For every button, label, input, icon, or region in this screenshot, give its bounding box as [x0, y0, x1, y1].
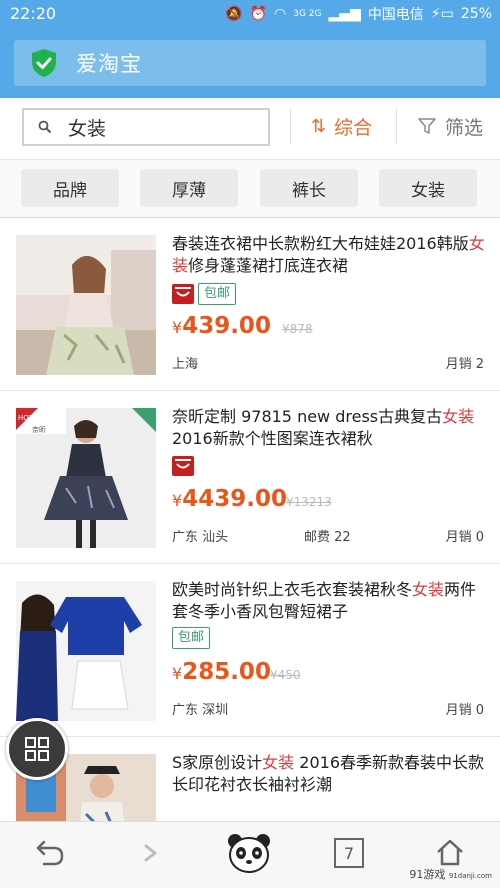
product-title[interactable]: 欧美时尚针织上衣毛衣套装裙秋冬女装两件套冬季小香风包臀短裙子: [172, 579, 488, 623]
forward-arrow-icon[interactable]: [140, 842, 162, 864]
original-price: ¥878: [282, 322, 313, 336]
svg-text:HOT: HOT: [18, 414, 34, 422]
search-icon: [38, 120, 52, 134]
free-shipping-badge: 包邮: [172, 627, 211, 649]
product-title-text: S家原创设计: [172, 753, 263, 772]
watermark-url: 91danji.com: [448, 872, 492, 880]
product-badges: [172, 456, 194, 476]
product-title-text: 春装连衣裙中长款粉红大布娃娃2016韩版: [172, 234, 469, 253]
sort-arrows-icon: ⇅: [311, 115, 327, 137]
original-price: ¥13213: [286, 495, 332, 509]
product-title[interactable]: 奈昕定制 97815 new dress古典复古女装 2016新款个性图案连衣裙秋: [172, 406, 488, 450]
tabs-count-icon[interactable]: 7: [334, 838, 364, 868]
free-shipping-badge: 包邮: [198, 283, 237, 305]
battery-level: 25%: [460, 6, 492, 22]
product-title-highlight: 女装: [412, 580, 445, 599]
original-price: ¥450: [270, 668, 301, 682]
product-location: 上海: [172, 357, 199, 372]
product-item[interactable]: S家原创设计女装 2016春季新款春装中长款长印花衬衣长袖衬衫潮: [0, 738, 500, 821]
carrier-name: 中国电信: [367, 7, 424, 23]
product-sales: 月销 0: [445, 530, 484, 545]
wifi-icon: ◠: [274, 6, 287, 22]
sort-label: 综合: [334, 116, 373, 139]
bottom-toolbar: 7 91游戏 91danji.com: [0, 821, 500, 888]
chip-thickness[interactable]: 厚薄: [140, 169, 238, 207]
signal-type: 3G 2G: [293, 8, 322, 19]
product-image[interactable]: [16, 235, 156, 375]
sort-button[interactable]: ⇅ 综合: [290, 108, 372, 144]
search-input[interactable]: 女装: [22, 108, 270, 146]
currency-symbol: ¥: [172, 664, 183, 683]
filter-chips: 品牌 厚薄 裤长 女装: [0, 160, 500, 218]
product-price: ¥285.00: [172, 659, 271, 685]
product-title-text: 奈昕定制 97815 new dress古典复古: [172, 407, 443, 426]
title-card: 爱淘宝: [14, 40, 486, 86]
svg-text:奈昕: 奈昕: [32, 425, 46, 434]
product-item[interactable]: 春装连衣裙中长款粉红大布娃娃2016韩版女装修身蓬蓬裙打底连衣裙 包邮 ¥439…: [0, 219, 500, 391]
product-image[interactable]: HOT 奈昕: [16, 408, 156, 548]
chip-brand[interactable]: 品牌: [21, 169, 119, 207]
product-image[interactable]: [16, 581, 156, 721]
tab-count: 7: [343, 843, 355, 863]
home-icon[interactable]: [434, 836, 466, 868]
product-title-highlight: 女装: [442, 407, 475, 426]
funnel-icon: [418, 118, 436, 134]
signal-icon: ▂▄▆: [328, 6, 361, 22]
alarm-icon: ⏰: [249, 6, 268, 22]
price-value: 4439.00: [182, 486, 287, 512]
panda-icon[interactable]: [226, 832, 272, 874]
product-sales: 月销 0: [445, 703, 484, 718]
currency-symbol: ¥: [172, 318, 183, 337]
tmall-icon: [172, 284, 194, 304]
watermark: 91游戏 91danji.com: [409, 866, 492, 882]
search-row: 女装 ⇅ 综合 筛选: [0, 98, 500, 160]
grid-view-button[interactable]: [6, 718, 68, 780]
product-item[interactable]: HOT 奈昕 奈昕定制 97815 new dress古典复古女装 2016新款个…: [0, 392, 500, 564]
filter-button[interactable]: 筛选: [396, 108, 483, 144]
battery-icon: ⚡▭: [430, 6, 454, 22]
app-header: 爱淘宝: [0, 28, 500, 98]
product-title-text: 修身蓬蓬裙打底连衣裙: [188, 256, 349, 275]
watermark-text: 91游戏: [409, 868, 446, 881]
product-title-text: 欧美时尚针织上衣毛衣套装裙秋冬: [172, 580, 413, 599]
product-location: 广东 深圳: [172, 703, 229, 718]
product-price: ¥439.00: [172, 313, 271, 339]
product-price: ¥4439.00: [172, 486, 287, 512]
status-time: 22:20: [10, 4, 57, 23]
search-query: 女装: [68, 117, 107, 140]
price-value: 439.00: [182, 313, 271, 339]
product-sales: 月销 2: [445, 357, 484, 372]
tmall-icon: [172, 456, 194, 476]
currency-symbol: ¥: [172, 491, 183, 510]
grid-icon: [25, 737, 49, 761]
product-location: 广东 汕头: [172, 530, 229, 545]
product-badges: 包邮: [172, 283, 237, 305]
product-title[interactable]: 春装连衣裙中长款粉红大布娃娃2016韩版女装修身蓬蓬裙打底连衣裙: [172, 233, 488, 277]
product-badges: 包邮: [172, 627, 211, 649]
product-list: 春装连衣裙中长款粉红大布娃娃2016韩版女装修身蓬蓬裙打底连衣裙 包邮 ¥439…: [0, 219, 500, 821]
back-arrow-icon[interactable]: [34, 836, 66, 868]
mute-icon: 🔕: [225, 6, 243, 22]
product-postage: 邮费 22: [304, 530, 351, 545]
product-title-text: 2016新款个性图案连衣裙秋: [172, 429, 373, 448]
price-value: 285.00: [182, 659, 271, 685]
status-right: 🔕 ⏰ ◠ 3G 2G ▂▄▆ 中国电信 ⚡▭ 25%: [225, 4, 492, 24]
product-item[interactable]: 欧美时尚针织上衣毛衣套装裙秋冬女装两件套冬季小香风包臀短裙子 包邮 ¥285.0…: [0, 565, 500, 737]
product-title[interactable]: S家原创设计女装 2016春季新款春装中长款长印花衬衣长袖衬衫潮: [172, 752, 488, 796]
shield-check-icon: [32, 49, 56, 77]
chip-womens-wear[interactable]: 女装: [379, 169, 477, 207]
chip-pants-length[interactable]: 裤长: [260, 169, 358, 207]
product-title-highlight: 女装: [262, 753, 295, 772]
filter-label: 筛选: [445, 116, 484, 139]
page-title: 爱淘宝: [76, 52, 142, 76]
status-bar: 22:20 🔕 ⏰ ◠ 3G 2G ▂▄▆ 中国电信 ⚡▭ 25%: [0, 0, 500, 28]
